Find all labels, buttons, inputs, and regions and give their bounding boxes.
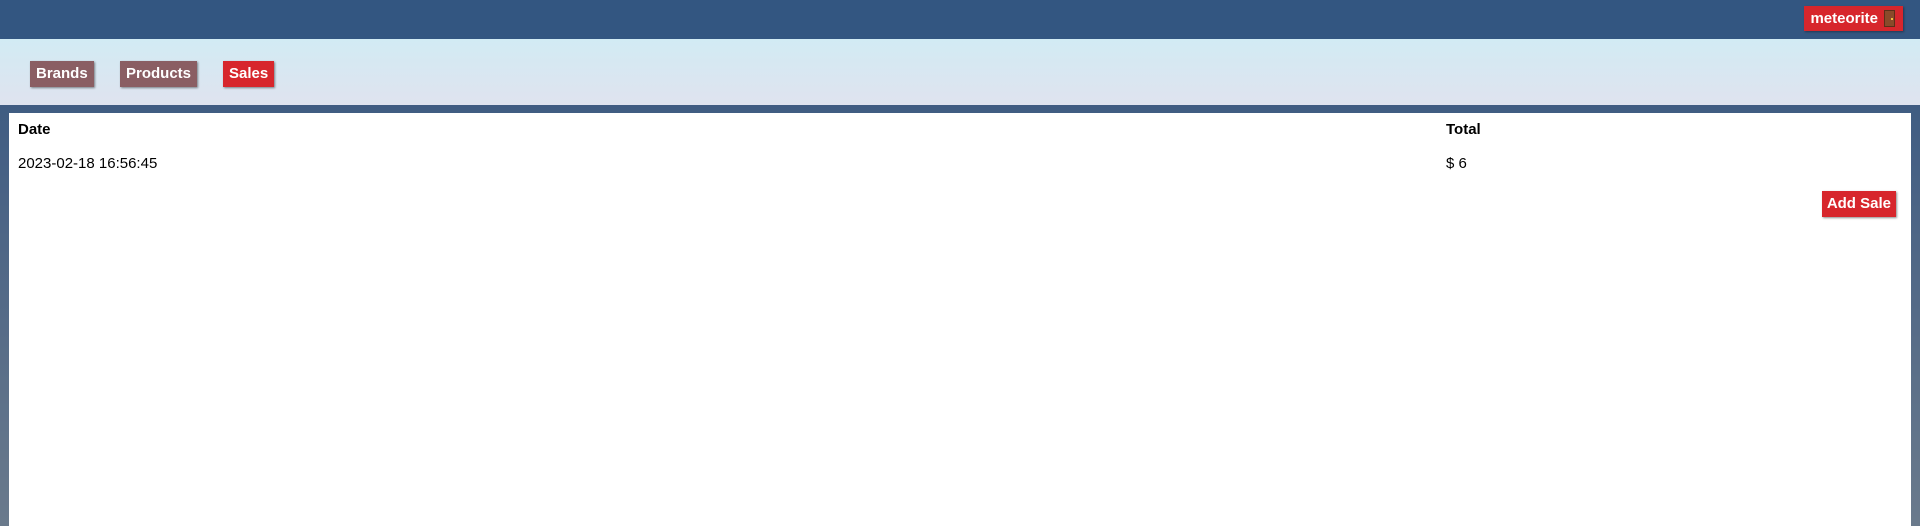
column-header-date: Date: [18, 121, 51, 138]
user-menu-button[interactable]: meteorite: [1804, 6, 1903, 31]
sale-total-cell: $ 6: [1446, 155, 1467, 172]
nav-sales-button[interactable]: Sales: [223, 61, 275, 87]
nav-products-button[interactable]: Products: [120, 61, 198, 87]
column-header-total: Total: [1446, 121, 1481, 138]
sale-date-cell: 2023-02-18 16:56:45: [18, 155, 158, 172]
door-icon[interactable]: [1884, 10, 1895, 27]
top-bar: meteorite: [0, 0, 1920, 39]
user-name-label: meteorite: [1810, 10, 1878, 27]
nav-brands-button[interactable]: Brands: [30, 61, 94, 87]
add-sale-button[interactable]: Add Sale: [1821, 191, 1896, 217]
nav-bar: Brands Products Sales: [0, 39, 1920, 105]
sales-panel: Date Total 2023-02-18 16:56:45 $ 6 Add S…: [9, 113, 1911, 526]
